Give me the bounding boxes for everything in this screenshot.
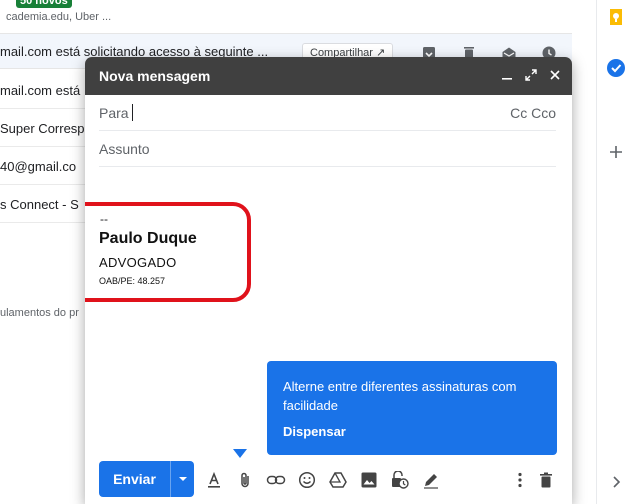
trash-icon[interactable] [535,470,557,490]
confidential-icon[interactable] [389,470,411,490]
compose-title: Nova mensagem [99,68,211,84]
recipients-field[interactable]: Para Cc Cco [99,95,556,131]
email-snippet: mail.com está [0,83,81,98]
email-snippet: s Connect - S [0,197,79,212]
side-panel [596,0,639,504]
signature-tooltip: Alterne entre diferentes assinaturas com… [267,361,557,455]
keep-icon[interactable] [605,6,627,28]
send-options-icon[interactable] [171,461,194,497]
tooltip-text: Alterne entre diferentes assinaturas com… [283,379,517,413]
signature-pen-icon[interactable] [420,470,442,490]
emoji-icon[interactable] [296,470,318,490]
format-text-icon[interactable] [203,470,225,490]
add-addon-icon[interactable] [605,141,627,163]
inbox-category-row[interactable]: 50 novos cademia.edu, Uber ... [0,0,572,30]
category-senders: cademia.edu, Uber ... [6,11,112,23]
text-cursor [132,104,133,121]
chevron-right-icon[interactable] [605,471,627,493]
signature-highlight-outline [85,202,251,302]
more-vert-icon[interactable] [509,470,531,490]
compose-window: Nova mensagem Para Cc Cco Assunto -- Pau… [85,57,572,504]
new-count-badge: 50 novos [16,0,72,8]
formatting-tools [203,470,442,490]
compose-window-controls [500,67,562,83]
close-icon[interactable] [548,67,562,83]
cc-bcc-link[interactable]: Cc Cco [510,105,556,121]
footer-snippet: ulamentos do pr [0,307,79,319]
subject-field[interactable]: Assunto [99,131,556,167]
compose-toolbar: Enviar [85,457,572,504]
drive-icon[interactable] [327,470,349,490]
compose-header[interactable]: Nova mensagem [85,57,572,95]
dismiss-button[interactable]: Dispensar [283,424,346,439]
tasks-icon[interactable] [605,57,627,79]
subject-placeholder: Assunto [99,141,150,157]
minimize-icon[interactable] [500,67,514,83]
link-icon[interactable] [265,470,287,490]
attach-icon[interactable] [234,470,256,490]
email-snippet: 40@gmail.co [0,159,77,174]
expand-icon[interactable] [524,67,538,83]
email-snippet: Super Corresp [0,121,85,136]
send-button-group: Enviar [99,461,194,497]
to-label: Para [99,105,129,121]
photo-icon[interactable] [358,470,380,490]
send-button[interactable]: Enviar [99,461,170,497]
